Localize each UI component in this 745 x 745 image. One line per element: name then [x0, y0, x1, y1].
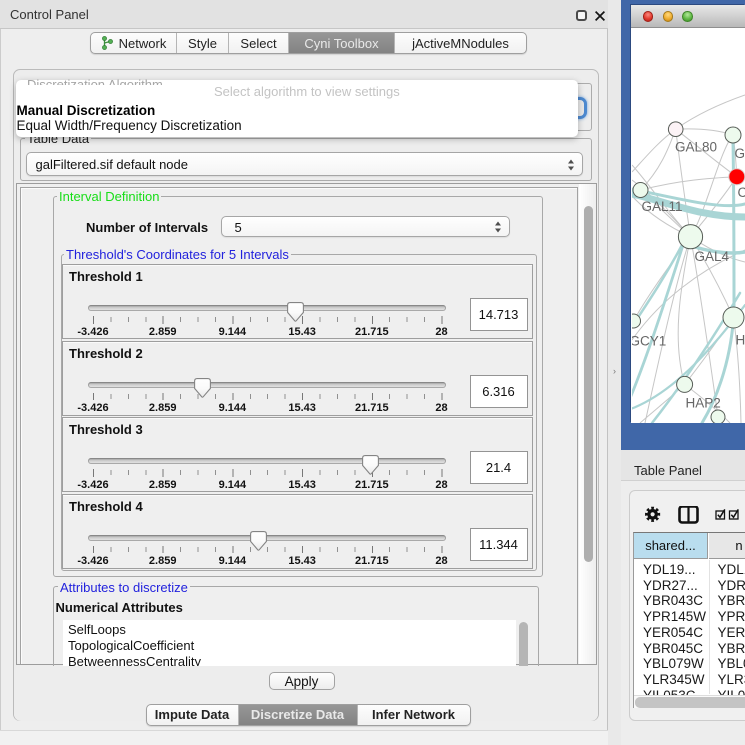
svg-text:H: H	[736, 333, 745, 348]
svg-text:GCY1: GCY1	[632, 334, 666, 349]
svg-text:GAL4: GAL4	[695, 249, 730, 264]
svg-text:C: C	[738, 185, 745, 200]
svg-text:GAL80: GAL80	[675, 140, 717, 155]
svg-text:HAP2: HAP2	[686, 396, 721, 411]
svg-text:GAL11: GAL11	[642, 199, 683, 214]
svg-text:G.: G.	[735, 146, 745, 161]
